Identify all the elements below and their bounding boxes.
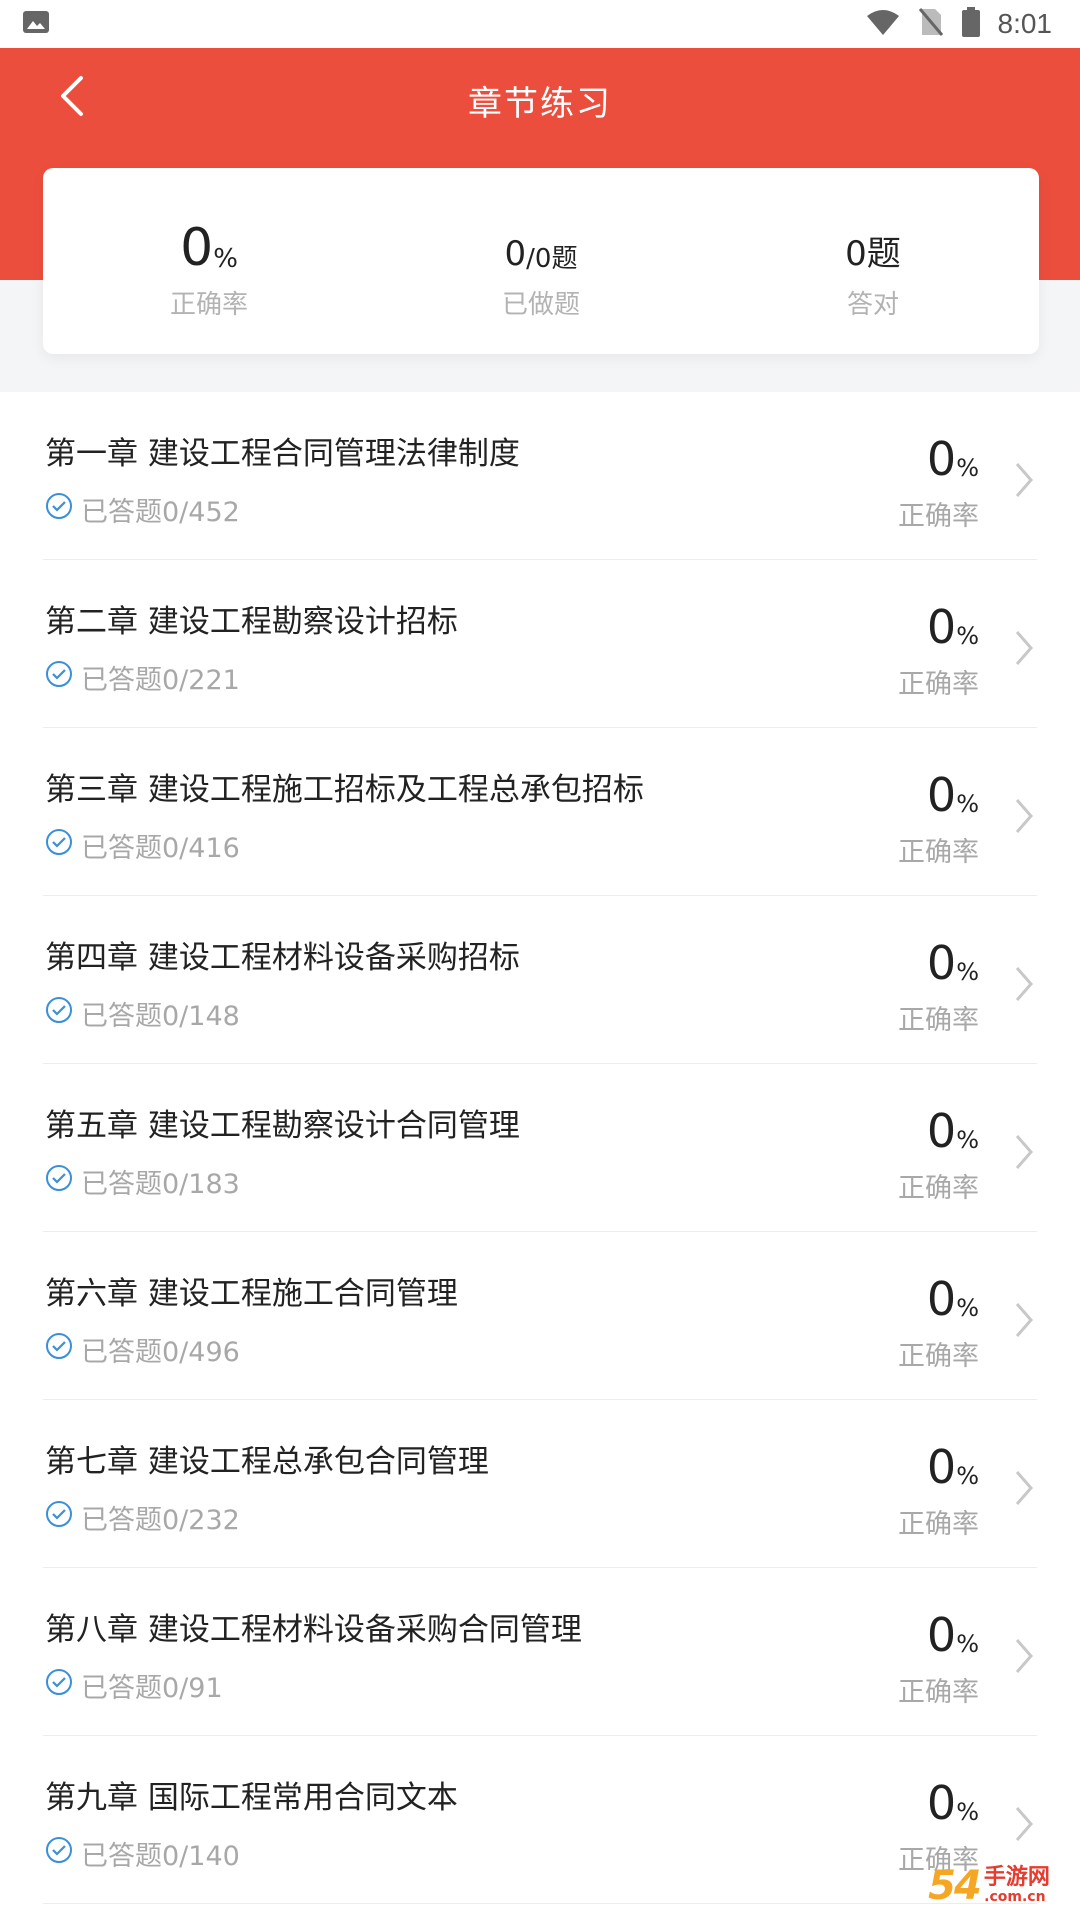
chevron-right-icon [1009, 1468, 1037, 1508]
chapter-title: 第六章 建设工程施工合同管理 [45, 1276, 458, 1312]
chapter-row[interactable]: 第五章 建设工程勘察设计合同管理 已答题0/183 0% 正确率 [43, 1064, 1037, 1232]
chevron-right-icon [1009, 460, 1037, 500]
check-circle-icon [45, 660, 73, 695]
stats-card: 0 % 正确率 0 /0题 已做题 0题 答对 [43, 168, 1039, 354]
accuracy-unit: % [213, 244, 238, 274]
chapter-row[interactable]: 第七章 建设工程总承包合同管理 已答题0/232 0% 正确率 [43, 1400, 1037, 1568]
rate-value: 0 [926, 936, 957, 990]
chevron-right-icon [1009, 1636, 1037, 1676]
answered-count: 已答题0/452 [81, 497, 240, 528]
watermark-text-a: 54 [928, 1863, 982, 1909]
status-bar: 8:01 [0, 0, 1080, 48]
check-circle-icon [45, 1500, 73, 1535]
chapter-list: 第一章 建设工程合同管理法律制度 已答题0/452 0% 正确率 第二章 建设工… [0, 392, 1080, 1920]
rate-unit: % [956, 1462, 979, 1490]
status-time: 8:01 [997, 8, 1053, 39]
check-circle-icon [45, 1164, 73, 1199]
check-circle-icon [45, 1668, 73, 1703]
rate-unit: % [956, 622, 979, 650]
chevron-right-icon [1009, 796, 1037, 836]
chapter-row[interactable]: 第六章 建设工程施工合同管理 已答题0/496 0% 正确率 [43, 1232, 1037, 1400]
rate-value: 0 [926, 1272, 957, 1326]
rate-unit: % [956, 958, 979, 986]
rate-unit: % [956, 790, 979, 818]
chapter-title: 第八章 建设工程材料设备采购合同管理 [45, 1612, 582, 1648]
check-circle-icon [45, 1836, 73, 1871]
chapter-row[interactable]: 第九章 国际工程常用合同文本 已答题0/140 0% 正确率 [43, 1736, 1037, 1904]
image-icon [22, 10, 50, 38]
rate-label: 正确率 [898, 837, 979, 868]
done-label: 已做题 [501, 290, 580, 320]
chapter-title: 第五章 建设工程勘察设计合同管理 [45, 1108, 520, 1144]
chevron-right-icon [1009, 964, 1037, 1004]
check-circle-icon [45, 828, 73, 863]
chapter-row[interactable]: 第三章 建设工程施工招标及工程总承包招标 已答题0/416 0% 正确率 [43, 728, 1037, 896]
chevron-right-icon [1009, 1804, 1037, 1844]
watermark-text-b: 手游网 [983, 1865, 1050, 1890]
page-title: 章节练习 [468, 84, 612, 124]
answered-count: 已答题0/91 [81, 1673, 223, 1704]
chapter-title: 第四章 建设工程材料设备采购招标 [45, 940, 520, 976]
rate-label: 正确率 [898, 1005, 979, 1036]
rate-value: 0 [926, 600, 957, 654]
rate-value: 0 [926, 432, 957, 486]
rate-value: 0 [926, 1608, 957, 1662]
chevron-right-icon [1009, 1300, 1037, 1340]
rate-unit: % [956, 1294, 979, 1322]
done-unit: /0题 [526, 244, 578, 274]
accuracy-label: 正确率 [169, 290, 248, 320]
chapter-row[interactable]: 第八章 建设工程材料设备采购合同管理 已答题0/91 0% 正确率 [43, 1568, 1037, 1736]
check-circle-icon [45, 996, 73, 1031]
chapter-title: 第二章 建设工程勘察设计招标 [45, 604, 458, 640]
chapter-row[interactable]: 第四章 建设工程材料设备采购招标 已答题0/148 0% 正确率 [43, 896, 1037, 1064]
chevron-right-icon [1009, 1132, 1037, 1172]
no-sim-icon [918, 7, 944, 41]
rate-label: 正确率 [898, 1509, 979, 1540]
accuracy-value: 0 [180, 218, 214, 278]
rate-label: 正确率 [898, 669, 979, 700]
rate-value: 0 [926, 1104, 957, 1158]
chevron-right-icon [1009, 628, 1037, 668]
chapter-title: 第三章 建设工程施工招标及工程总承包招标 [45, 772, 644, 808]
wifi-icon [866, 8, 900, 40]
stat-correct: 0题 答对 [707, 168, 1039, 354]
check-circle-icon [45, 492, 73, 527]
rate-value: 0 [926, 768, 957, 822]
answered-count: 已答题0/148 [81, 1001, 240, 1032]
done-value: 0 [504, 234, 527, 274]
answered-count: 已答题0/183 [81, 1169, 240, 1200]
rate-label: 正确率 [898, 1677, 979, 1708]
rate-label: 正确率 [898, 1341, 979, 1372]
rate-unit: % [956, 1630, 979, 1658]
rate-unit: % [956, 1798, 979, 1826]
battery-icon [961, 7, 980, 41]
watermark-logo: 54 手游网 .com.cn [904, 1856, 1074, 1916]
rate-label: 正确率 [898, 1173, 979, 1204]
rate-value: 0 [926, 1440, 957, 1494]
answered-count: 已答题0/496 [81, 1337, 240, 1368]
answered-count: 已答题0/140 [81, 1841, 240, 1872]
chapter-title: 第七章 建设工程总承包合同管理 [45, 1444, 489, 1480]
answered-count: 已答题0/232 [81, 1505, 240, 1536]
answered-count: 已答题0/221 [81, 665, 240, 696]
chapter-title: 第一章 建设工程合同管理法律制度 [45, 436, 520, 472]
answered-count: 已答题0/416 [81, 833, 240, 864]
chapter-title: 第九章 国际工程常用合同文本 [45, 1780, 458, 1816]
stat-accuracy: 0 % 正确率 [43, 168, 375, 354]
watermark-text-c: .com.cn [984, 1889, 1046, 1905]
check-circle-icon [45, 1332, 73, 1367]
rate-label: 正确率 [898, 501, 979, 532]
correct-value: 0题 [845, 234, 901, 274]
rate-unit: % [956, 1126, 979, 1154]
chapter-row[interactable]: 第二章 建设工程勘察设计招标 已答题0/221 0% 正确率 [43, 560, 1037, 728]
correct-label: 答对 [846, 290, 899, 320]
rate-value: 0 [926, 1776, 957, 1830]
chapter-row[interactable]: 第一章 建设工程合同管理法律制度 已答题0/452 0% 正确率 [43, 392, 1037, 560]
stat-done: 0 /0题 已做题 [375, 168, 707, 354]
rate-unit: % [956, 454, 979, 482]
